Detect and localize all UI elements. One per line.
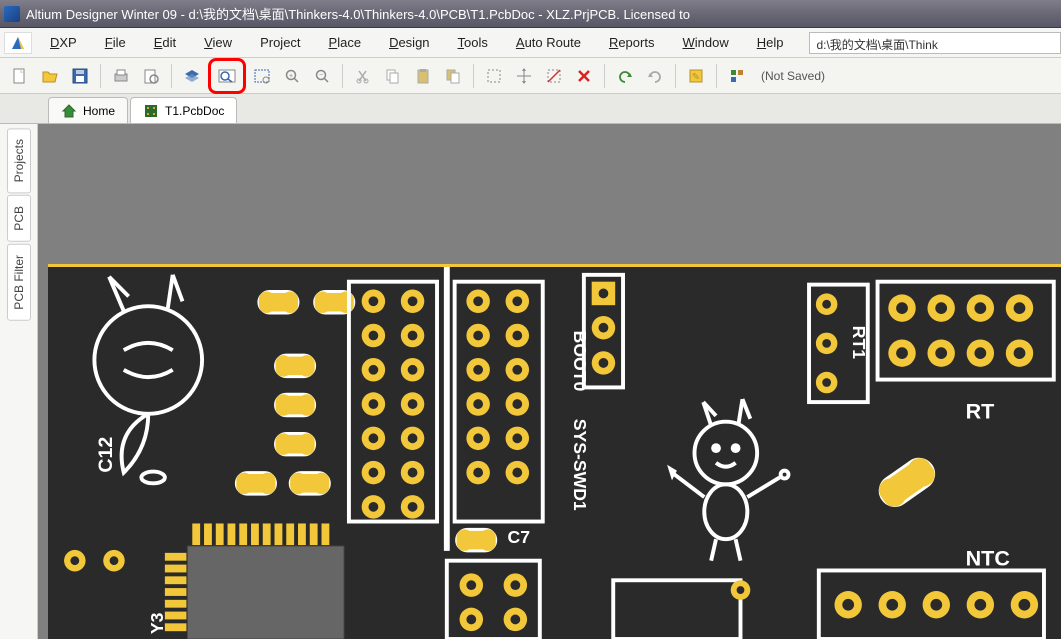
fit-board-button[interactable] xyxy=(213,62,241,90)
pcb-canvas[interactable]: C12 xyxy=(48,264,1061,639)
zoom-selected-button[interactable]: + xyxy=(278,62,306,90)
duplicate-button[interactable] xyxy=(439,62,467,90)
paste-button[interactable] xyxy=(409,62,437,90)
left-side-panel: Projects PCB PCB Filter xyxy=(0,124,38,639)
sidetab-projects[interactable]: Projects xyxy=(7,128,31,193)
menu-edit[interactable]: Edit xyxy=(140,31,190,54)
save-status-text: (Not Saved) xyxy=(761,69,825,83)
designator-y3: Y3 xyxy=(147,612,167,634)
redo-button[interactable] xyxy=(641,62,669,90)
menu-dxp[interactable]: DXP xyxy=(36,31,91,54)
sidetab-pcb[interactable]: PCB xyxy=(7,195,31,242)
tab-home[interactable]: Home xyxy=(48,97,128,123)
select-rect-button[interactable] xyxy=(480,62,508,90)
designator-rt1: RT1 xyxy=(849,326,869,359)
menu-design[interactable]: Design xyxy=(375,31,443,54)
layers-button[interactable] xyxy=(178,62,206,90)
clear-button[interactable] xyxy=(570,62,598,90)
window-title: Altium Designer Winter 09 - d:\我的文档\桌面\T… xyxy=(26,4,690,23)
menu-reports[interactable]: Reports xyxy=(595,31,669,54)
designator-ntc: NTC xyxy=(966,547,1010,571)
document-path-box[interactable]: d:\我的文档\桌面\Think xyxy=(809,32,1061,54)
menu-project[interactable]: Project xyxy=(246,31,314,54)
move-button[interactable] xyxy=(510,62,538,90)
designator-sysswd1: SYS-SWD1 xyxy=(570,419,590,511)
designator-boot0: BOOT0 xyxy=(570,331,590,392)
red-highlight-annotation xyxy=(208,58,246,94)
save-button[interactable] xyxy=(66,62,94,90)
cut-button[interactable] xyxy=(349,62,377,90)
editor-viewport[interactable]: C12 xyxy=(38,124,1061,639)
copy-button[interactable] xyxy=(379,62,407,90)
new-file-button[interactable] xyxy=(6,62,34,90)
zoom-area-button[interactable] xyxy=(248,62,276,90)
menu-place[interactable]: Place xyxy=(315,31,376,54)
pcb-drawing: C12 xyxy=(48,267,1061,639)
designator-rt: RT xyxy=(966,400,995,424)
designator-c12: C12 xyxy=(95,437,117,473)
menu-view[interactable]: View xyxy=(190,31,246,54)
window-titlebar: Altium Designer Winter 09 - d:\我的文档\桌面\T… xyxy=(0,0,1061,28)
svg-text:✎: ✎ xyxy=(692,72,700,83)
menu-tools[interactable]: Tools xyxy=(444,31,502,54)
svg-text:−: − xyxy=(319,72,323,79)
open-file-button[interactable] xyxy=(36,62,64,90)
deselect-button[interactable] xyxy=(540,62,568,90)
pcb-file-icon xyxy=(143,103,159,119)
menu-bar: DXP File Edit View Project Place Design … xyxy=(0,28,1061,58)
menu-file[interactable]: File xyxy=(91,31,140,54)
menu-help[interactable]: Help xyxy=(743,31,798,54)
sidetab-pcb-filter[interactable]: PCB Filter xyxy=(7,244,31,321)
tab-pcbdoc-label: T1.PcbDoc xyxy=(165,104,224,118)
design-rules-button[interactable]: ✎ xyxy=(682,62,710,90)
print-button[interactable] xyxy=(107,62,135,90)
tab-pcbdoc[interactable]: T1.PcbDoc xyxy=(130,97,237,123)
altium-logo-icon[interactable] xyxy=(4,32,32,54)
print-preview-button[interactable] xyxy=(137,62,165,90)
designator-c7: C7 xyxy=(508,527,531,547)
svg-text:+: + xyxy=(289,73,293,80)
app-icon xyxy=(4,6,20,22)
main-toolbar: + − ✎ (Not Saved) xyxy=(0,58,1061,94)
tab-home-label: Home xyxy=(83,104,115,118)
home-icon xyxy=(61,103,77,119)
document-tab-bar: Home T1.PcbDoc xyxy=(0,94,1061,124)
browse-objects-button[interactable] xyxy=(723,62,751,90)
menu-autoroute[interactable]: Auto Route xyxy=(502,31,595,54)
zoom-out-button[interactable]: − xyxy=(308,62,336,90)
undo-button[interactable] xyxy=(611,62,639,90)
menu-window[interactable]: Window xyxy=(668,31,742,54)
